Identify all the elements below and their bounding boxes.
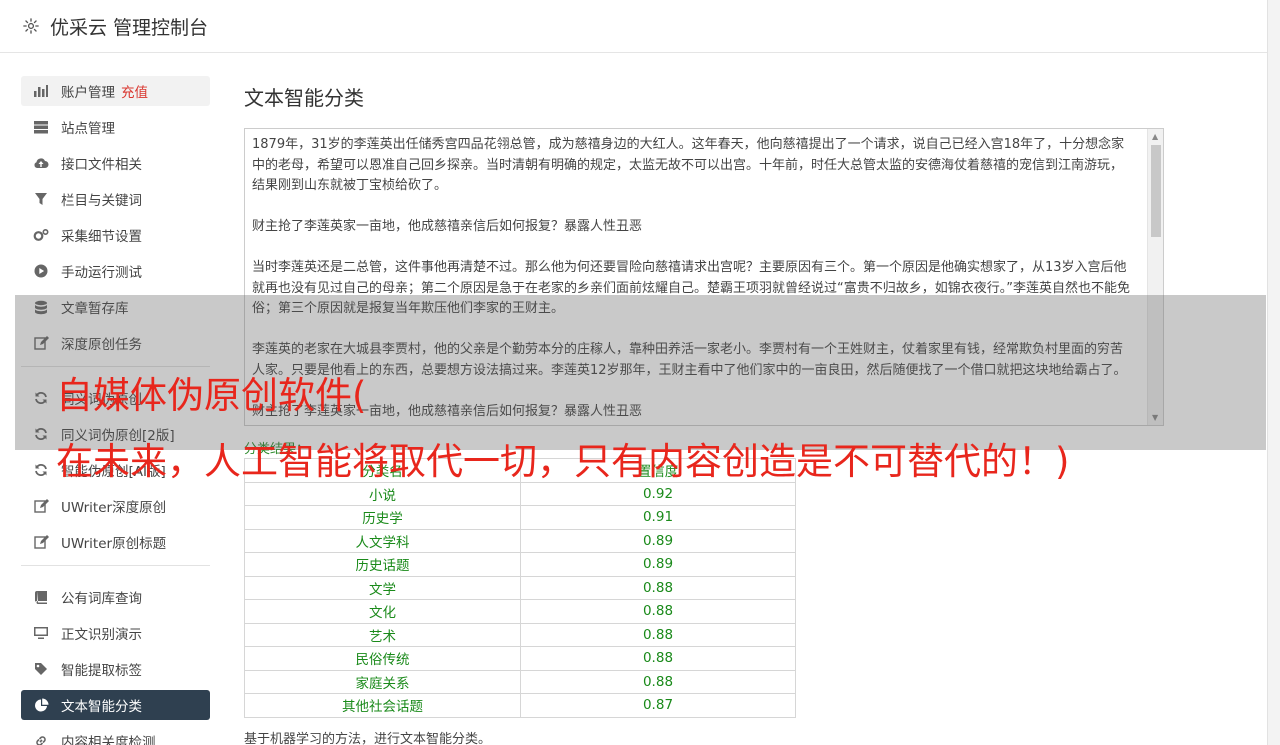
table-row: 家庭关系 0.88 <box>244 669 796 694</box>
recharge-link[interactable]: 充值 <box>121 81 148 101</box>
confidence-cell: 0.87 <box>520 693 796 718</box>
link-icon <box>33 733 49 745</box>
sidebar-item-interface-files[interactable]: 接口文件相关 <box>21 148 210 178</box>
table-row: 艺术 0.88 <box>244 622 796 647</box>
confidence-cell: 0.88 <box>520 646 796 671</box>
table-row: 文化 0.88 <box>244 599 796 624</box>
table-row: 文学 0.88 <box>244 575 796 600</box>
table-row: 人文学科 0.89 <box>244 528 796 553</box>
sidebar-item-public-dictionary[interactable]: 公有词库查询 <box>21 582 210 612</box>
confidence-cell: 0.88 <box>520 669 796 694</box>
category-cell: 历史学 <box>244 505 521 530</box>
sidebar-item-label: 文本智能分类 <box>61 699 142 715</box>
sidebar-item-label: 接口文件相关 <box>61 157 142 173</box>
scroll-up-arrow-icon[interactable]: ▲ <box>1152 132 1158 141</box>
sidebar-item-manual-test[interactable]: 手动运行测试 <box>21 256 210 286</box>
sidebar-item-collect-settings[interactable]: 采集细节设置 <box>21 220 210 250</box>
confidence-cell: 0.91 <box>520 505 796 530</box>
sidebar-item-uwriter-title[interactable]: UWriter原创标题 <box>21 527 210 557</box>
book-icon <box>33 589 49 605</box>
sidebar-item-label: 正文识别演示 <box>61 627 142 643</box>
gear-icon <box>23 18 39 34</box>
category-cell: 艺术 <box>244 622 521 647</box>
sidebar-item-smart-tags[interactable]: 智能提取标签 <box>21 654 210 684</box>
tag-icon <box>33 661 49 677</box>
scrollbar-thumb[interactable] <box>1151 145 1161 237</box>
category-cell: 历史话题 <box>244 552 521 577</box>
sidebar-item-text-classification[interactable]: 文本智能分类 <box>21 690 210 720</box>
monitor-icon <box>33 625 49 641</box>
sidebar-item-label: 栏目与关键词 <box>61 193 142 209</box>
cloud-upload-icon <box>33 155 49 171</box>
sidebar-item-label: 站点管理 <box>61 121 115 137</box>
confidence-cell: 0.88 <box>520 575 796 600</box>
category-cell: 文化 <box>244 599 521 624</box>
sidebar-item-relevance-check[interactable]: 内容相关度检测 <box>21 726 210 745</box>
classification-table: 分类名 置信度 小说 0.92 历史学 0.91 人文学科 0.89 历史话题 0.89… <box>244 458 796 718</box>
category-cell: 家庭关系 <box>244 669 521 694</box>
sidebar-item-label: UWriter原创标题 <box>61 536 167 552</box>
pie-chart-icon <box>33 697 49 713</box>
sidebar-divider <box>21 565 210 566</box>
category-cell: 文学 <box>244 575 521 600</box>
filter-icon <box>33 191 49 207</box>
confidence-cell: 0.88 <box>520 622 796 647</box>
sidebar-item-label: 公有词库查询 <box>61 591 142 607</box>
table-row: 民俗传统 0.88 <box>244 646 796 671</box>
edit-icon <box>33 498 49 514</box>
confidence-cell: 0.89 <box>520 552 796 577</box>
table-row: 历史学 0.91 <box>244 505 796 530</box>
category-cell: 人文学科 <box>244 528 521 553</box>
overlay-headline: 自媒体伪原创软件( <box>56 374 367 417</box>
server-icon <box>33 119 49 135</box>
sidebar-item-label: 采集细节设置 <box>61 229 142 245</box>
confidence-cell: 0.89 <box>520 528 796 553</box>
method-note: 基于机器学习的方法，进行文本智能分类。 <box>244 731 492 745</box>
category-cell: 其他社会话题 <box>244 693 521 718</box>
edit-icon <box>33 534 49 550</box>
app-title: 优采云 管理控制台 <box>50 16 209 39</box>
sidebar-item-uwriter-deep[interactable]: UWriter深度原创 <box>21 491 210 521</box>
table-row: 其他社会话题 0.87 <box>244 693 796 718</box>
table-row: 历史话题 0.89 <box>244 552 796 577</box>
sidebar-item-label: 手动运行测试 <box>61 265 142 281</box>
sidebar-item-body-recognition[interactable]: 正文识别演示 <box>21 618 210 648</box>
sidebar-item-sites[interactable]: 站点管理 <box>21 112 210 142</box>
sidebar-group-3: 公有词库查询 正文识别演示 智能提取标签 文本智能分类 内容相关度检测 <box>21 582 210 745</box>
sidebar-item-label: 账户管理 <box>61 85 115 101</box>
sidebar-item-label: UWriter深度原创 <box>61 500 167 516</box>
confidence-cell: 0.88 <box>520 599 796 624</box>
bar-chart-icon <box>33 83 49 99</box>
sidebar-item-label: 智能提取标签 <box>61 663 142 679</box>
sidebar-item-account[interactable]: 账户管理 充值 <box>21 76 210 106</box>
overlay-subline: 在未来，人工智能将取代一切，只有内容创造是不可替代的！) <box>56 440 1070 483</box>
top-bar: 优采云 管理控制台 <box>0 0 1267 53</box>
category-cell: 民俗传统 <box>244 646 521 671</box>
gears-icon <box>33 227 49 243</box>
sidebar-item-label: 内容相关度检测 <box>61 735 156 745</box>
play-circle-icon <box>33 263 49 279</box>
page-title: 文本智能分类 <box>244 86 364 110</box>
refresh-icon <box>33 462 49 478</box>
sidebar-item-columns-keywords[interactable]: 栏目与关键词 <box>21 184 210 214</box>
